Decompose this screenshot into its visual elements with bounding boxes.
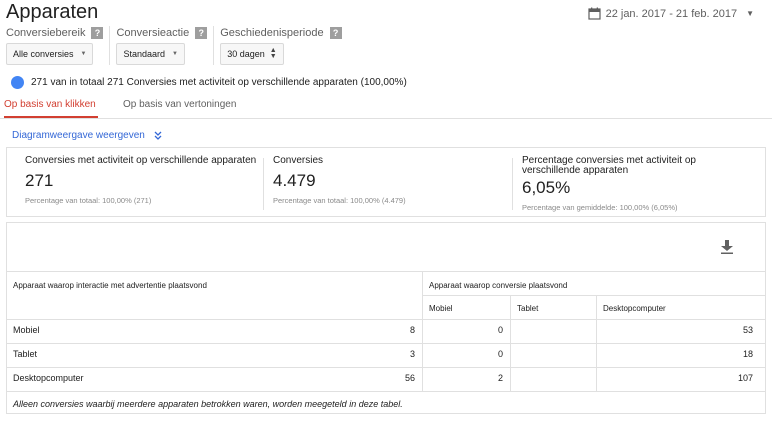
- legend-dot-icon: [11, 76, 24, 89]
- row-label: Mobiel: [13, 325, 40, 335]
- help-icon[interactable]: ?: [195, 27, 208, 39]
- metric-conversions: Conversies 4.479 Percentage van totaal: …: [273, 155, 503, 206]
- cell-value: 53: [742, 325, 753, 335]
- double-chevron-down-icon: [154, 131, 162, 140]
- dropdown-value: Alle conversies: [13, 49, 74, 59]
- metric-subtext: Percentage van totaal: 100,00% (271): [25, 196, 152, 205]
- filter-label: Conversieactie: [116, 27, 190, 39]
- filter-label: Geschiedenisperiode: [220, 27, 324, 39]
- dropdown-value: 30 dagen: [227, 49, 265, 59]
- table-top-border: [7, 271, 765, 272]
- row-label: Desktopcomputer: [13, 373, 84, 383]
- row-divider: [7, 343, 765, 344]
- metric-divider: [263, 158, 264, 210]
- header-divider: [423, 295, 765, 296]
- metric-subtext: Percentage van gemiddelde: 100,00% (6,05…: [522, 203, 678, 212]
- diagram-link-label: Diagramweergave weergeven: [12, 130, 145, 141]
- caret-down-icon: ▼: [172, 51, 178, 57]
- filter-history-period: Geschiedenisperiode ? 30 dagen ▲ ▼: [220, 26, 347, 65]
- filter-conversion-scope: Conversiebereik ? Alle conversies ▼: [6, 26, 111, 65]
- tab-clicks[interactable]: Op basis van klikken: [4, 99, 98, 118]
- metric-subtext: Percentage van totaal: 100,00% (4.479): [273, 196, 406, 205]
- column-divider: [422, 271, 423, 391]
- calendar-icon: [587, 7, 601, 20]
- cell-value: 18: [742, 349, 753, 359]
- metric-cross-device-conversions: Conversies met activiteit op verschillen…: [25, 155, 260, 206]
- conversion-scope-dropdown[interactable]: Alle conversies ▼: [6, 43, 94, 65]
- metric-label: Percentage conversies met activiteit op …: [522, 155, 696, 176]
- cell-value: 2: [497, 373, 503, 383]
- cell-value: 8: [409, 325, 415, 335]
- caret-down-icon: ▼: [80, 51, 87, 57]
- history-period-select[interactable]: 30 dagen ▲ ▼: [220, 43, 284, 65]
- cell-value: 0: [497, 349, 503, 359]
- metric-label: Conversies: [273, 155, 324, 166]
- filter-label: Conversiebereik: [6, 27, 86, 39]
- cell-value: 3: [409, 349, 415, 359]
- row-divider: [7, 319, 765, 320]
- tab-bar: Op basis van klikken Op basis van verton…: [0, 95, 772, 118]
- help-icon[interactable]: ?: [329, 27, 342, 39]
- show-diagram-link[interactable]: Diagramweergave weergeven: [12, 130, 162, 141]
- column-group-header: Apparaat waarop conversie plaatsvond: [429, 281, 568, 290]
- row-divider: [7, 367, 765, 368]
- date-range-selector[interactable]: 22 jan. 2017 - 21 feb. 2017 ▼: [587, 7, 754, 20]
- tab-impressions[interactable]: Op basis van vertoningen: [123, 99, 236, 110]
- metric-label: Conversies met activiteit op verschillen…: [25, 155, 257, 166]
- metrics-panel: Conversies met activiteit op verschillen…: [6, 147, 766, 217]
- column-header-tablet: Tablet: [517, 304, 539, 313]
- tabs-divider: [0, 118, 772, 119]
- summary-line: 271 van in totaal 271 Conversies met act…: [11, 76, 407, 89]
- caret-down-icon: ▼: [746, 9, 754, 18]
- metric-value: 6,05%: [522, 178, 571, 197]
- row-label: Tablet: [13, 349, 38, 359]
- row-header: Apparaat waarop interactie met advertent…: [13, 281, 207, 290]
- row-divider: [7, 391, 765, 392]
- cell-value: 56: [404, 373, 415, 383]
- column-header-desktop: Desktopcomputer: [603, 304, 666, 313]
- summary-text: 271 van in totaal 271 Conversies met act…: [31, 77, 407, 88]
- cell-value: 0: [497, 325, 503, 335]
- cell-value: 107: [737, 373, 753, 383]
- conversion-action-dropdown[interactable]: Standaard ▼: [116, 43, 185, 65]
- column-header-mobile: Mobiel: [429, 304, 453, 313]
- date-range-text: 22 jan. 2017 - 21 feb. 2017: [605, 7, 738, 20]
- filter-conversion-action: Conversieactie ? Standaard ▼: [116, 26, 215, 65]
- metric-cross-device-percentage: Percentage conversies met activiteit op …: [522, 155, 722, 213]
- metric-value: 271: [25, 171, 54, 190]
- page-title: Apparaten: [6, 1, 99, 23]
- filter-bar: Conversiebereik ? Alle conversies ▼ Conv…: [6, 26, 354, 65]
- metric-value: 4.479: [273, 171, 316, 190]
- download-icon[interactable]: [721, 240, 733, 254]
- up-down-arrows-icon: ▲ ▼: [269, 47, 277, 60]
- help-icon[interactable]: ?: [91, 27, 104, 39]
- dropdown-value: Standaard: [123, 49, 166, 59]
- device-table: Apparaat waarop interactie met advertent…: [6, 222, 766, 414]
- table-footnote: Alleen conversies waarbij meerdere appar…: [13, 399, 403, 409]
- metric-divider: [512, 158, 513, 210]
